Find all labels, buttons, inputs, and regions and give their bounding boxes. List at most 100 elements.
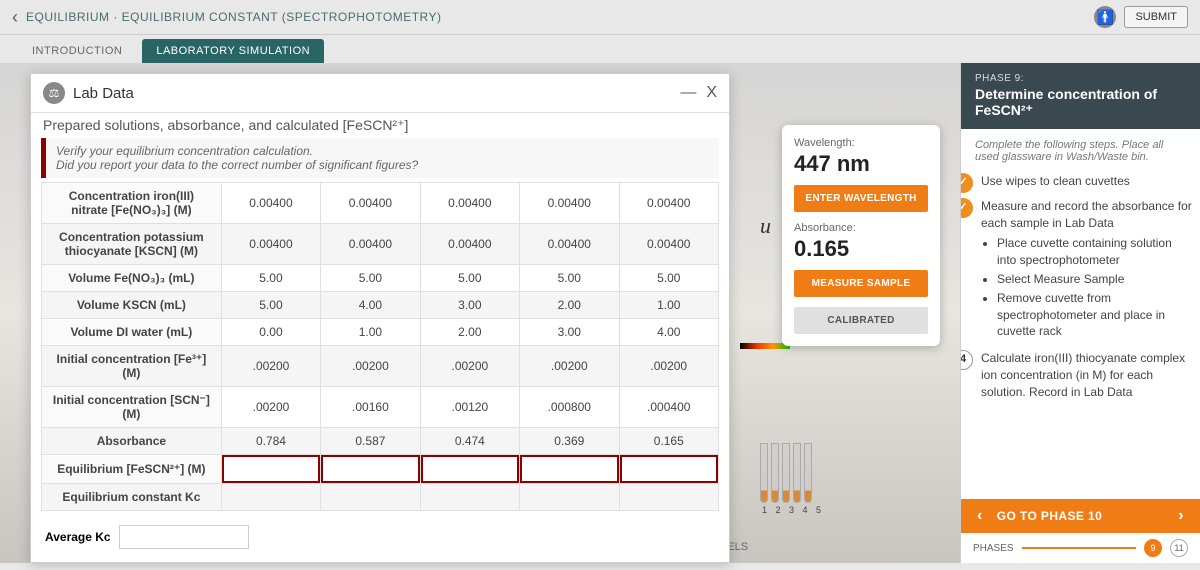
- check-icon: ✓: [961, 198, 973, 218]
- close-icon[interactable]: X: [706, 84, 717, 102]
- measure-sample-button[interactable]: MEASURE SAMPLE: [794, 270, 928, 297]
- cell-value: 2.00: [520, 292, 619, 319]
- warning-line: Did you report your data to the correct …: [56, 158, 709, 172]
- accessibility-icon[interactable]: 🚹: [1094, 6, 1116, 28]
- cell-value: [520, 484, 619, 511]
- cell-value: 5.00: [520, 265, 619, 292]
- cell-value: 1.00: [619, 292, 719, 319]
- cell-value: .00200: [221, 387, 320, 428]
- cell-value: 0.165: [619, 428, 719, 455]
- cell-value: .00200: [221, 346, 320, 387]
- cell-value: 5.00: [221, 292, 320, 319]
- cell-value: [420, 484, 519, 511]
- row-label: Volume KSCN (mL): [42, 292, 222, 319]
- cell-value: .00200: [520, 346, 619, 387]
- absorbance-value: 0.165: [794, 236, 928, 262]
- cell-value: 0.00400: [420, 183, 519, 224]
- cell-value: 0.00400: [619, 224, 719, 265]
- equilibrium-fescn-input[interactable]: [620, 455, 719, 483]
- data-table: Concentration iron(III) nitrate [Fe(NO₃)…: [41, 182, 719, 511]
- phase-nav-label[interactable]: GO TO PHASE 10: [989, 509, 1173, 523]
- cell-value: 0.474: [420, 428, 519, 455]
- phase-progress-line: [1022, 547, 1136, 549]
- phase-next-button[interactable]: ›: [1172, 507, 1190, 525]
- cell-value: [321, 484, 420, 511]
- cell-value: 0.00400: [221, 183, 320, 224]
- cell-value: 0.00400: [221, 224, 320, 265]
- row-label: Initial concentration [Fe³⁺] (M): [42, 346, 222, 387]
- average-kc-input[interactable]: [119, 525, 249, 549]
- step-text: Measure and record the absorbance for ea…: [973, 198, 1192, 342]
- equilibrium-fescn-input[interactable]: [321, 455, 419, 483]
- equilibrium-fescn-input[interactable]: [520, 455, 618, 483]
- step-bullet: Remove cuvette from spectrophotometer an…: [997, 290, 1192, 340]
- cell-value: 4.00: [321, 292, 420, 319]
- phase-steps: ✓Use wipes to clean cuvettes✓Measure and…: [961, 173, 1200, 499]
- phase-dot-last[interactable]: 11: [1170, 539, 1188, 557]
- cell-value: 4.00: [619, 319, 719, 346]
- scene-decor: u: [760, 213, 771, 239]
- tab-introduction[interactable]: INTRODUCTION: [18, 39, 136, 63]
- spectrophotometer-panel: Wavelength: 447 nm ENTER WAVELENGTH Abso…: [782, 125, 940, 346]
- row-label: Concentration potassium thiocyanate [KSC…: [42, 224, 222, 265]
- phase-description: Complete the following steps. Place all …: [961, 129, 1200, 173]
- row-label: Concentration iron(III) nitrate [Fe(NO₃)…: [42, 183, 222, 224]
- phase-label: PHASE 9:: [975, 73, 1186, 84]
- test-tube[interactable]: [782, 443, 790, 503]
- cell-value: 1.00: [321, 319, 420, 346]
- test-tube[interactable]: [793, 443, 801, 503]
- cell-value: 3.00: [420, 292, 519, 319]
- cell-value: .00120: [420, 387, 519, 428]
- tab-simulation[interactable]: LABORATORY SIMULATION: [142, 39, 324, 63]
- test-tube[interactable]: [771, 443, 779, 503]
- check-icon: ✓: [961, 173, 973, 193]
- cell-value: 0.369: [520, 428, 619, 455]
- cell-value: 5.00: [221, 265, 320, 292]
- cell-value: 0.00400: [321, 183, 420, 224]
- cell-value: 2.00: [420, 319, 519, 346]
- breadcrumb: EQUILIBRIUM · EQUILIBRIUM CONSTANT (SPEC…: [26, 10, 1094, 24]
- panel-title: Lab Data: [73, 85, 680, 102]
- cell-value: .00160: [321, 387, 420, 428]
- phase-step: ✓Use wipes to clean cuvettes: [961, 173, 1192, 190]
- equilibrium-fescn-input[interactable]: [421, 455, 519, 483]
- test-tube[interactable]: [760, 443, 768, 503]
- step-bullet: Place cuvette containing solution into s…: [997, 235, 1192, 269]
- row-label: Initial concentration [SCN⁻] (M): [42, 387, 222, 428]
- cell-value: 0.00400: [619, 183, 719, 224]
- test-tube[interactable]: [804, 443, 812, 503]
- cell-value: 0.00400: [520, 183, 619, 224]
- cell-value: 0.00: [221, 319, 320, 346]
- back-arrow-icon[interactable]: ‹: [12, 7, 18, 28]
- cell-value: [619, 484, 719, 511]
- average-kc-label: Average Kc: [45, 530, 111, 544]
- cell-value: 0.00400: [420, 224, 519, 265]
- cell-value: 5.00: [420, 265, 519, 292]
- step-number: 4: [961, 350, 973, 370]
- phase-dot-current[interactable]: 9: [1144, 539, 1162, 557]
- calibrated-button[interactable]: CALIBRATED: [794, 307, 928, 334]
- phase-prev-button[interactable]: ‹: [971, 507, 989, 525]
- equilibrium-fescn-input[interactable]: [222, 455, 320, 483]
- absorbance-label: Absorbance:: [794, 222, 928, 234]
- row-label: Volume DI water (mL): [42, 319, 222, 346]
- cell-value: 0.00400: [321, 224, 420, 265]
- warning-line: Verify your equilibrium concentration ca…: [56, 144, 709, 158]
- phase-step: ✓Measure and record the absorbance for e…: [961, 198, 1192, 342]
- enter-wavelength-button[interactable]: ENTER WAVELENGTH: [794, 185, 928, 212]
- cell-value: .000400: [619, 387, 719, 428]
- cell-value: 0.00400: [520, 224, 619, 265]
- test-tube-rack[interactable]: [760, 443, 812, 503]
- wavelength-label: Wavelength:: [794, 137, 928, 149]
- cell-value: 0.587: [321, 428, 420, 455]
- cell-value: .00200: [619, 346, 719, 387]
- phase-title: Determine concentration of FeSCN²⁺: [975, 86, 1186, 119]
- cell-value: .00200: [420, 346, 519, 387]
- cell-value: .000800: [520, 387, 619, 428]
- row-label: Equilibrium [FeSCN²⁺] (M): [42, 455, 222, 484]
- minimize-icon[interactable]: —: [680, 84, 696, 102]
- step-text: Use wipes to clean cuvettes: [973, 173, 1192, 190]
- submit-button[interactable]: SUBMIT: [1124, 6, 1188, 28]
- cell-value: 3.00: [520, 319, 619, 346]
- phases-footer-label: PHASES: [973, 543, 1014, 554]
